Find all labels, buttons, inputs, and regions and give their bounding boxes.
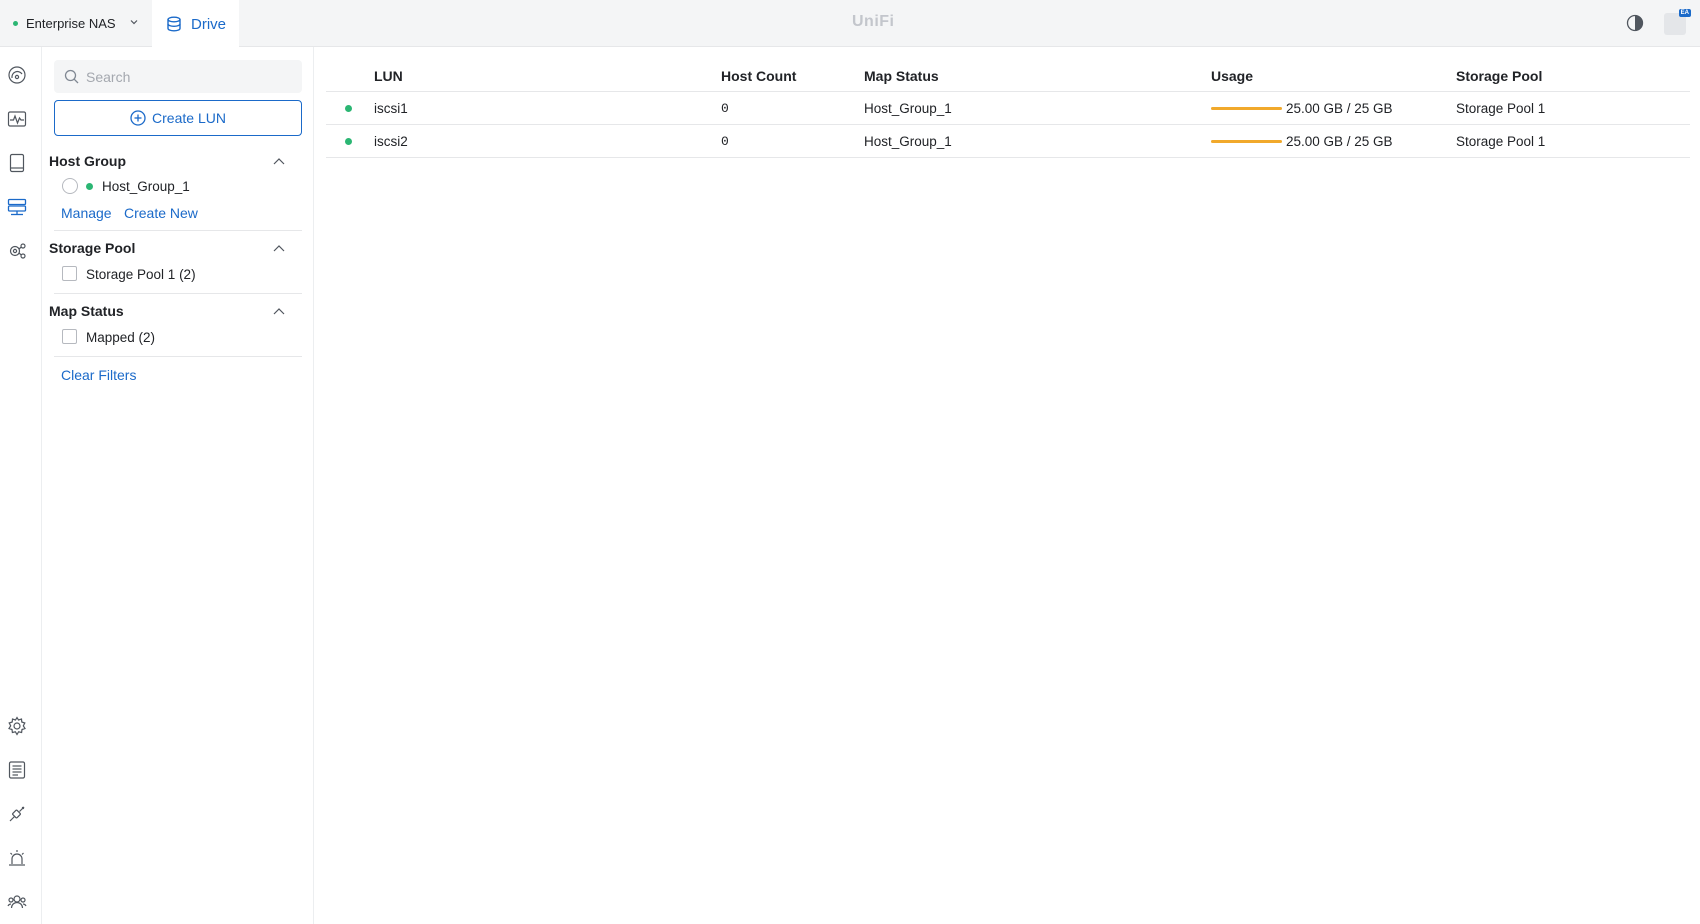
divider [54,356,302,357]
search-box[interactable] [54,60,302,93]
host-group-title: Host Group [49,153,126,169]
network-settings-icon[interactable] [7,241,27,261]
host-count: 0 [721,134,729,149]
theme-toggle-icon[interactable] [1626,14,1644,32]
drives-icon[interactable] [7,153,27,173]
integrations-icon[interactable] [7,804,27,824]
column-header-lun[interactable]: LUN [374,68,403,84]
map-status-title: Map Status [49,303,124,319]
usage-bar-fill [1211,140,1282,143]
logs-icon[interactable] [7,760,27,780]
create-lun-button[interactable]: Create LUN [54,100,302,136]
storage-pool: Storage Pool 1 [1456,101,1546,116]
column-header-storage-pool[interactable]: Storage Pool [1456,68,1542,84]
table-row[interactable]: iscsi1 0 Host_Group_1 25.00 GB / 25 GB S… [326,92,1690,125]
filter-panel: Create LUN Host Group Host_Group_1 Manag… [42,47,314,924]
map-status-option-label: Mapped (2) [86,330,156,345]
host-group-option-label: Host_Group_1 [102,179,190,194]
map-status: Host_Group_1 [864,134,952,149]
chevron-up-icon[interactable] [273,307,285,315]
column-header-host-count[interactable]: Host Count [721,68,796,84]
chevron-up-icon[interactable] [273,244,285,252]
console-switcher[interactable]: Enterprise NAS [0,0,152,47]
divider [54,230,302,231]
host-count: 0 [721,101,729,116]
create-lun-label: Create LUN [152,110,226,126]
storage-pool-title: Storage Pool [49,240,136,256]
divider [54,293,302,294]
column-header-usage[interactable]: Usage [1211,68,1253,84]
console-name: Enterprise NAS [26,16,116,31]
app-tab-label: Drive [191,15,227,33]
create-new-link[interactable]: Create New [124,205,198,221]
alerts-icon[interactable] [7,848,27,868]
chevron-down-icon [130,20,138,25]
storage-pool-checkbox[interactable] [62,266,77,281]
map-status: Host_Group_1 [864,101,952,116]
lun-name: iscsi1 [374,101,408,116]
status-dot [345,138,352,145]
host-group-radio[interactable] [62,178,78,194]
database-icon [167,16,181,32]
unifi-logo: UniFi [852,13,895,30]
left-rail [0,47,42,924]
clear-filters-link[interactable]: Clear Filters [61,367,136,383]
storage-pool: Storage Pool 1 [1456,134,1546,149]
status-dot [345,105,352,112]
lun-name: iscsi2 [374,134,408,149]
manage-link[interactable]: Manage [61,205,112,221]
avatar-badge: EA [1678,9,1691,17]
usage-bar-fill [1211,107,1282,110]
users-icon[interactable] [7,892,27,912]
storage-icon[interactable] [7,197,27,217]
usage-text: 25.00 GB / 25 GB [1286,101,1393,116]
activity-icon[interactable] [7,109,27,129]
storage-pool-option-label: Storage Pool 1 (2) [86,267,196,282]
column-header-map-status[interactable]: Map Status [864,68,939,84]
top-bar: Enterprise NAS Drive UniFi EA [0,0,1700,48]
usage-text: 25.00 GB / 25 GB [1286,134,1393,149]
user-avatar[interactable]: EA [1664,9,1691,35]
host-group-status-dot [86,183,93,190]
dashboard-icon[interactable] [7,65,27,85]
table-row[interactable]: iscsi2 0 Host_Group_1 25.00 GB / 25 GB S… [326,125,1690,158]
search-icon [64,69,79,84]
plus-circle-icon [130,110,146,126]
settings-icon[interactable] [7,716,27,736]
search-input[interactable] [86,60,296,93]
console-status-dot [13,21,18,26]
usage-bar [1211,140,1282,143]
chevron-up-icon[interactable] [273,157,285,165]
usage-bar [1211,107,1282,110]
map-status-checkbox[interactable] [62,329,77,344]
app-tab-drive[interactable]: Drive [152,0,239,48]
